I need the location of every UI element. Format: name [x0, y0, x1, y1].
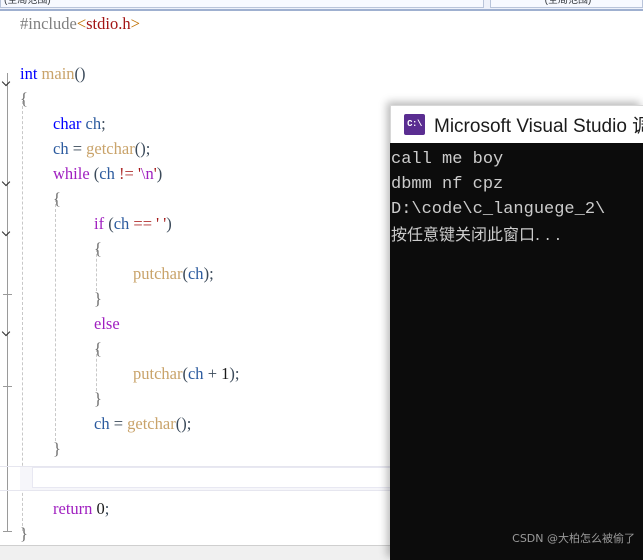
- code-token: while: [53, 164, 90, 183]
- code-token: ch: [187, 264, 204, 283]
- code-token: }: [94, 389, 102, 408]
- code-token: (: [89, 164, 100, 183]
- code-token: ' ': [156, 214, 167, 233]
- console-output-area[interactable]: call me boy dbmm nf cpz D:\code\c_languege…: [390, 143, 643, 560]
- code-line[interactable]: {: [94, 236, 102, 261]
- fold-guide-main: [7, 73, 8, 531]
- code-line[interactable]: }: [94, 286, 102, 311]
- code-token: putchar: [133, 364, 183, 383]
- code-token: ch: [94, 414, 110, 433]
- code-line[interactable]: return 0;: [53, 496, 109, 521]
- code-token: ): [156, 164, 163, 183]
- code-token: {: [94, 339, 102, 358]
- code-line[interactable]: ch = getchar();: [53, 136, 150, 161]
- code-token: int: [20, 64, 38, 83]
- code-token: ;: [104, 499, 110, 518]
- console-title-bar[interactable]: C:\ Microsoft Visual Studio 调: [390, 105, 643, 143]
- screen-root: (全局范围) (全局范围) #include<stdio.h> int main(…: [0, 0, 643, 560]
- scope-dropdown-right[interactable]: (全局范围): [490, 0, 643, 8]
- code-token: (): [175, 414, 187, 433]
- code-line[interactable]: if (ch == ' '): [94, 211, 172, 236]
- code-token: putchar: [133, 264, 183, 283]
- code-token: if: [94, 214, 105, 233]
- fold-guide-while-end: [3, 386, 12, 387]
- code-line[interactable]: }: [94, 386, 102, 411]
- current-line-box: [32, 467, 412, 488]
- code-line[interactable]: {: [20, 86, 28, 111]
- code-line[interactable]: {: [53, 186, 61, 211]
- code-token: (): [74, 64, 86, 83]
- console-output-line: call me boy: [391, 150, 504, 169]
- code-line[interactable]: ch = getchar();: [94, 411, 191, 436]
- code-token: else: [94, 314, 120, 333]
- code-token: (: [104, 214, 114, 233]
- code-token: {: [20, 89, 28, 108]
- csdn-watermark: CSDN @大柏怎么被偷了: [512, 532, 635, 545]
- code-token: stdio.h: [86, 14, 131, 33]
- code-token: ch: [53, 139, 69, 158]
- console-output-line: dbmm nf cpz: [391, 175, 504, 194]
- scope-dropdown-left[interactable]: (全局范围): [0, 0, 484, 8]
- code-line[interactable]: int main(): [20, 61, 86, 86]
- code-token: <: [76, 14, 87, 33]
- chevron-down-icon[interactable]: [2, 78, 13, 89]
- code-token: ch: [85, 114, 102, 133]
- code-token: 0: [96, 499, 105, 518]
- code-token: getchar: [86, 139, 135, 158]
- code-token: return: [53, 499, 93, 518]
- code-token: {: [53, 189, 61, 208]
- code-line[interactable]: {: [94, 336, 102, 361]
- code-token: ch: [187, 364, 204, 383]
- code-token: }: [94, 289, 102, 308]
- code-token: ch: [113, 214, 130, 233]
- chevron-down-icon[interactable]: [2, 178, 13, 189]
- code-token: char: [53, 114, 82, 133]
- code-token: #include: [20, 14, 77, 33]
- code-line[interactable]: putchar(ch);: [133, 261, 214, 286]
- code-token: =: [68, 139, 87, 158]
- console-window[interactable]: C:\ Microsoft Visual Studio 调 call me bo…: [390, 105, 643, 560]
- code-token: }: [20, 524, 28, 543]
- code-token: \n: [140, 164, 154, 183]
- indent-guide-2: [55, 199, 56, 441]
- code-token: {: [94, 239, 102, 258]
- code-token: ch: [99, 164, 115, 183]
- code-token: }: [53, 439, 61, 458]
- code-token: ;: [145, 139, 151, 158]
- code-token: +: [203, 364, 222, 383]
- code-token: !=: [119, 164, 134, 183]
- code-token: ;: [101, 114, 106, 133]
- code-line[interactable]: putchar(ch + 1);: [133, 361, 239, 386]
- code-token: ): [166, 214, 172, 233]
- code-token: >: [130, 14, 140, 33]
- code-line[interactable]: }: [53, 436, 61, 461]
- code-line[interactable]: else: [94, 311, 120, 336]
- code-token: ;: [234, 364, 240, 383]
- console-window-title: Microsoft Visual Studio 调: [434, 116, 643, 137]
- code-token: =: [109, 414, 128, 433]
- code-line[interactable]: while (ch != '\n'): [53, 161, 162, 186]
- code-token: main: [41, 64, 75, 83]
- code-line[interactable]: #include<stdio.h>: [20, 11, 140, 36]
- chevron-down-icon[interactable]: [2, 328, 13, 339]
- cmd-console-icon-glyph: C:\: [407, 119, 422, 129]
- console-output-line: D:\code\c_languege_2\: [391, 200, 606, 219]
- code-token: ==: [133, 214, 153, 233]
- chevron-down-icon[interactable]: [2, 228, 13, 239]
- code-line[interactable]: char ch;: [53, 111, 106, 136]
- code-token: getchar: [127, 414, 176, 433]
- code-token: ;: [186, 414, 192, 433]
- code-line[interactable]: }: [20, 521, 28, 545]
- fold-guide-main-end: [3, 531, 12, 532]
- code-token: ;: [209, 264, 214, 283]
- cmd-console-icon: C:\: [404, 114, 425, 135]
- console-output-line: 按任意键关闭此窗口. . .: [391, 225, 561, 244]
- code-token: (): [134, 139, 146, 158]
- fold-guide-if-end: [3, 294, 12, 295]
- editor-toolbar-strip: (全局范围) (全局范围): [0, 0, 643, 11]
